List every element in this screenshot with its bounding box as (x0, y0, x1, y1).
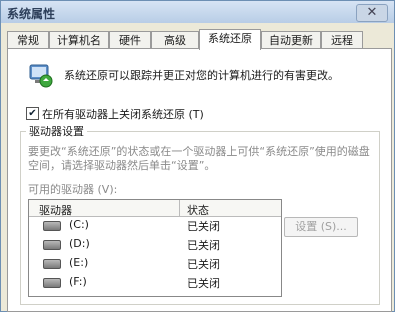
drive-icon (43, 240, 61, 250)
drive-status: 已关闭 (187, 277, 220, 290)
table-row[interactable]: (D:) 已关闭 (29, 236, 281, 252)
column-separator[interactable] (179, 200, 180, 216)
system-restore-icon (29, 64, 53, 88)
drive-status: 已关闭 (187, 220, 220, 233)
disable-restore-checkbox[interactable]: ✔ (26, 107, 39, 120)
drive-settings-hint: 要更改“系统还原”的状态或在一个驱动器上可供“系统还原”使用的磁盘空间，请选择驱… (28, 145, 370, 172)
column-status[interactable]: 状态 (187, 202, 209, 218)
close-button[interactable]: ✕ (356, 4, 388, 22)
system-restore-panel: 系统还原可以跟踪并更正对您的计算机进行的有害更改。 ✔ 在所有驱动器上关闭系统还… (7, 48, 392, 312)
drive-name: (F:) (69, 275, 87, 288)
drive-name: (E:) (69, 256, 89, 269)
tab-system-restore[interactable]: 系统还原 (199, 29, 261, 50)
window-title: 系统属性 (7, 7, 56, 21)
drive-icon (43, 259, 61, 269)
drive-icon (43, 221, 61, 231)
settings-button[interactable]: 设置 (S)... (284, 217, 358, 237)
table-row[interactable]: (E:) 已关闭 (29, 255, 281, 271)
drives-list-header: 驱动器 状态 (29, 200, 281, 217)
tab-auto-update[interactable]: 自动更新 (261, 31, 321, 49)
tab-computer-name[interactable]: 计算机名 (49, 31, 109, 49)
tab-advanced[interactable]: 高级 (151, 31, 199, 49)
drives-list[interactable]: 驱动器 状态 (C:) 已关闭 (D:) 已关闭 (E:) 已关闭 (F:) 已… (28, 199, 282, 297)
table-row[interactable]: (F:) 已关闭 (29, 274, 281, 290)
drive-icon (43, 278, 61, 288)
tab-remote[interactable]: 远程 (321, 31, 363, 49)
available-drives-label: 可用的驱动器 (V): (28, 183, 118, 196)
drive-settings-title: 驱动器设置 (26, 123, 87, 139)
tab-general[interactable]: 常规 (7, 31, 49, 49)
drive-status: 已关闭 (187, 258, 220, 271)
drive-status: 已关闭 (187, 239, 220, 252)
tab-hardware[interactable]: 硬件 (109, 31, 151, 49)
table-row[interactable]: (C:) 已关闭 (29, 217, 281, 233)
drive-name: (C:) (69, 218, 89, 231)
system-properties-window: 系统属性 ✕ 常规 计算机名 硬件 高级 系统还原 自动更新 远程 系统还原可以… (0, 0, 395, 312)
column-drive[interactable]: 驱动器 (39, 202, 72, 218)
close-icon: ✕ (366, 5, 378, 20)
disable-restore-label: 在所有驱动器上关闭系统还原 (T) (42, 108, 204, 121)
title-bar[interactable]: 系统属性 ✕ (1, 1, 394, 23)
restore-description: 系统还原可以跟踪并更正对您的计算机进行的有害更改。 (64, 69, 339, 82)
drive-name: (D:) (69, 237, 90, 250)
